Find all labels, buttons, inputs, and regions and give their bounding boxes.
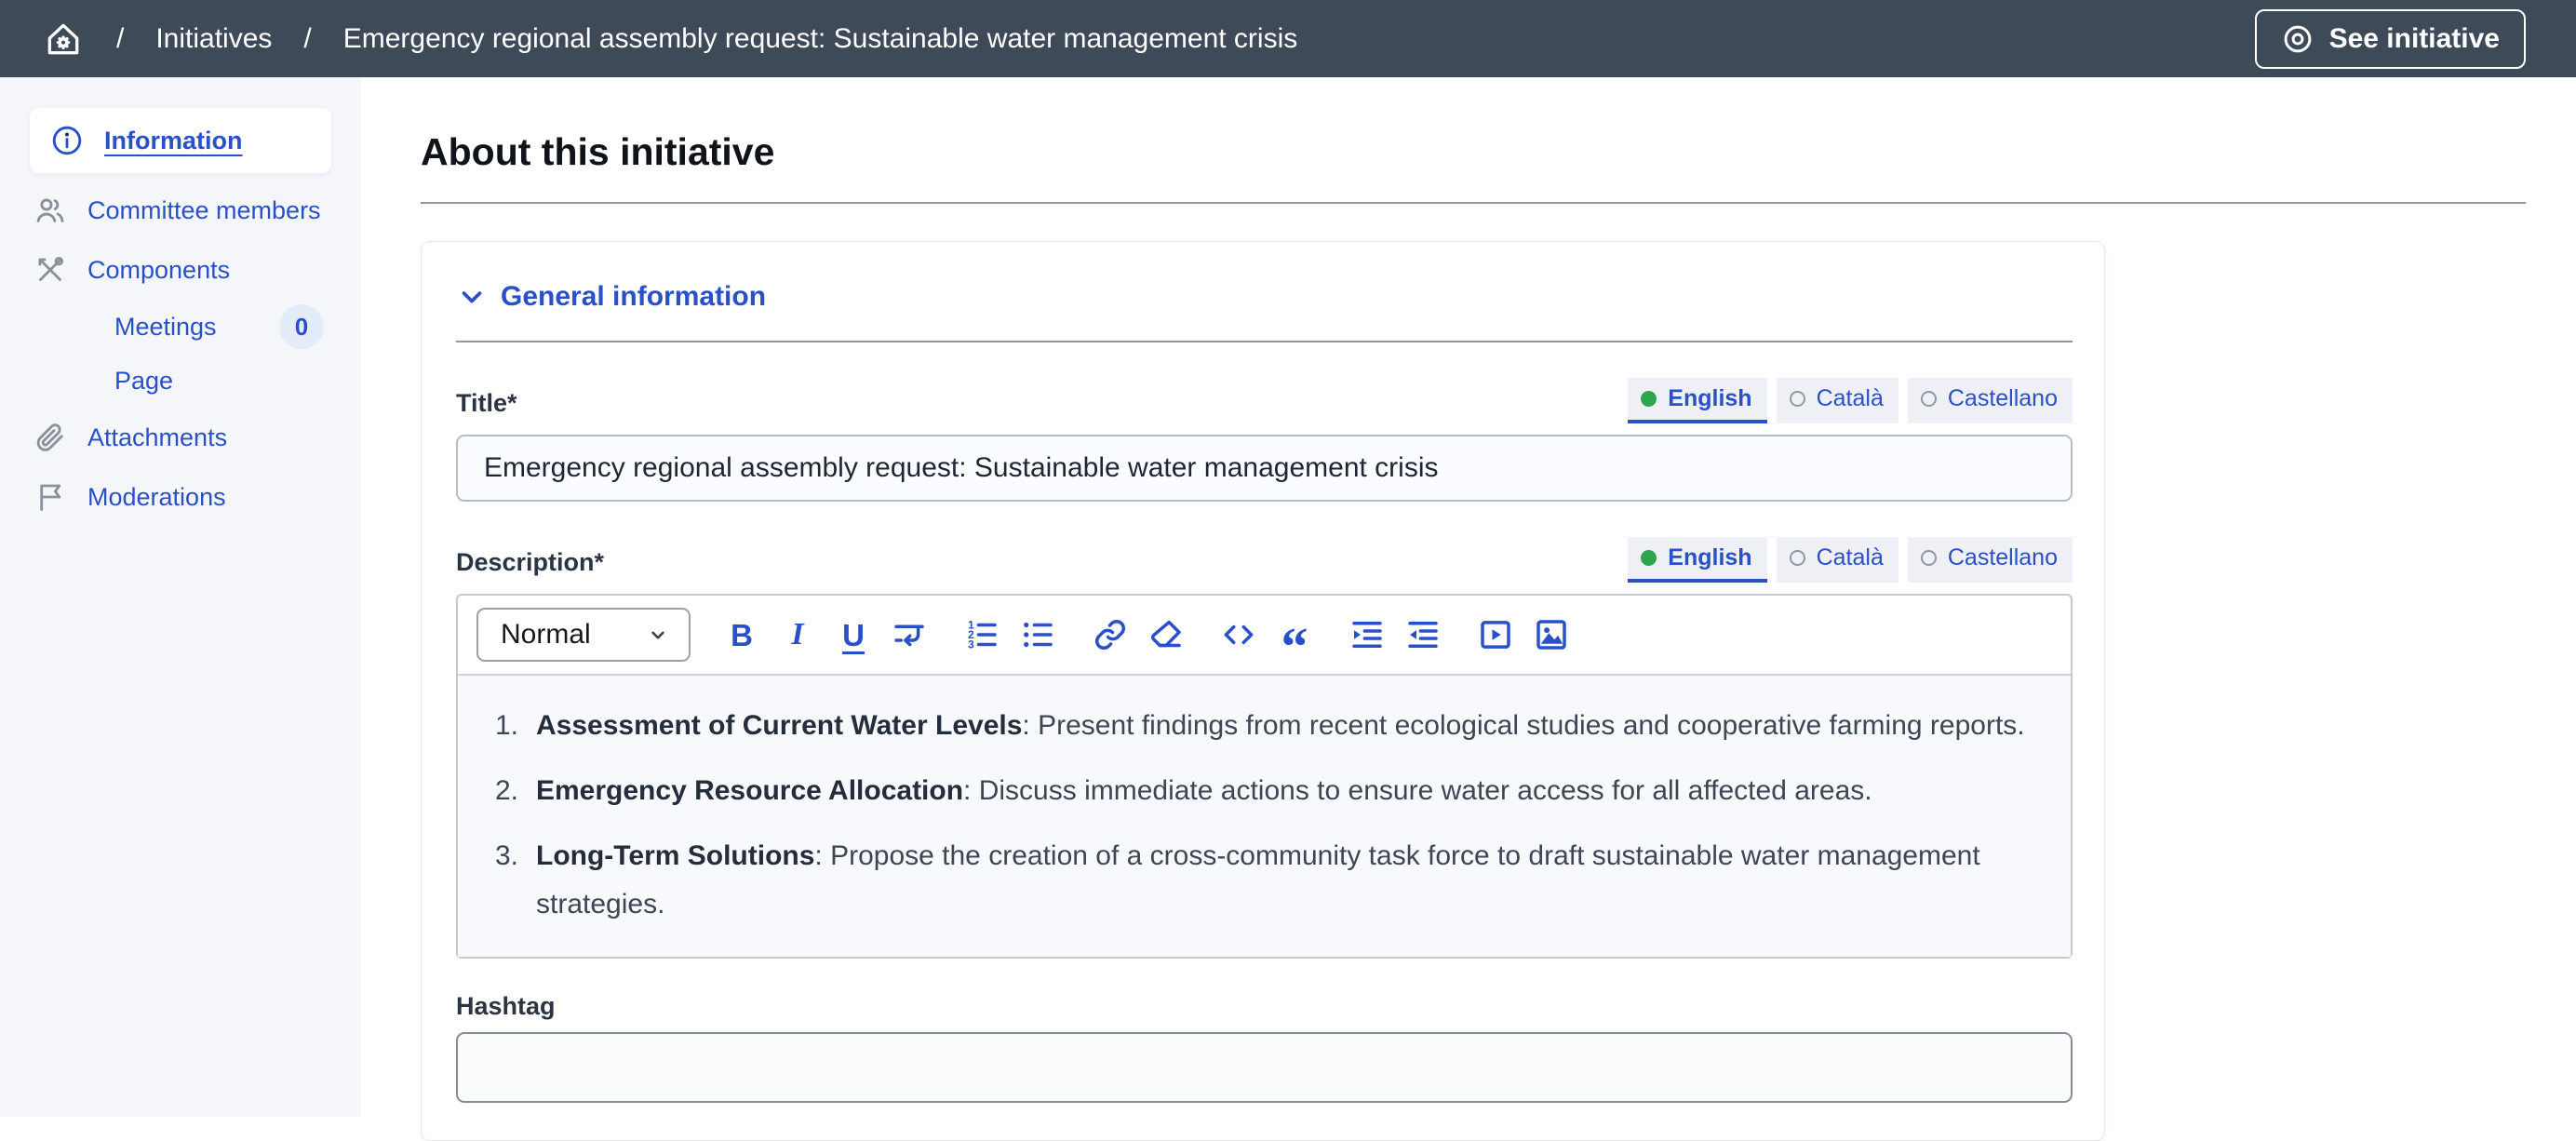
- sidebar-item-label: Information: [104, 127, 243, 155]
- format-select-value: Normal: [501, 619, 591, 651]
- format-select[interactable]: Normal: [476, 608, 691, 662]
- sidebar-item-label: Committee members: [87, 196, 321, 225]
- main-content: About this initiative General informatio…: [361, 77, 2576, 1117]
- lang-tab-castellano[interactable]: Castellano: [1908, 378, 2073, 423]
- lang-tab-label: Català: [1817, 544, 1884, 571]
- list-item-text: : Present findings from recent ecologica…: [1022, 710, 2024, 741]
- users-icon: [34, 194, 67, 227]
- list-item: 2. Emergency Resource Allocation: Discus…: [495, 767, 2043, 815]
- list-item-bold: Long-Term Solutions: [536, 840, 814, 871]
- breadcrumb-separator: /: [303, 23, 311, 55]
- meetings-count-badge: 0: [279, 304, 324, 349]
- italic-icon[interactable]: I: [776, 613, 819, 656]
- sidebar-item-components[interactable]: Components: [0, 240, 361, 300]
- code-view-icon[interactable]: [1217, 613, 1260, 656]
- info-icon: [50, 124, 84, 157]
- lang-tab-label: Castellano: [1948, 385, 2058, 412]
- list-number: 1.: [495, 702, 536, 750]
- rich-text-editor: Normal B I U 123: [456, 594, 2073, 959]
- underline-icon[interactable]: U: [832, 613, 875, 656]
- lang-tab-label: English: [1668, 385, 1751, 412]
- sidebar-item-label: Moderations: [87, 483, 226, 512]
- section-title: General information: [501, 281, 766, 313]
- divider: [421, 202, 2526, 204]
- radio-filled-icon: [1641, 391, 1657, 407]
- sidebar-item-label: Attachments: [87, 423, 227, 452]
- radio-empty-icon: [1790, 391, 1805, 407]
- bold-icon[interactable]: B: [720, 613, 763, 656]
- sidebar-item-page[interactable]: Page: [0, 354, 361, 408]
- title-language-tabs: English Català Castellano: [1628, 378, 2073, 423]
- ordered-list-icon[interactable]: 123: [960, 613, 1003, 656]
- editor-content[interactable]: 1. Assessment of Current Water Levels: P…: [458, 674, 2071, 957]
- sidebar: Information Committee members Components…: [0, 77, 361, 1117]
- see-initiative-button[interactable]: See initiative: [2255, 9, 2526, 69]
- breadcrumb-initiatives-link[interactable]: Initiatives: [155, 23, 272, 55]
- chevron-down-icon: [646, 623, 670, 647]
- radio-empty-icon: [1921, 391, 1937, 407]
- divider: [456, 341, 2073, 342]
- blockquote-icon[interactable]: “: [1273, 613, 1316, 656]
- breadcrumb-separator: /: [116, 23, 124, 55]
- sidebar-item-meetings[interactable]: Meetings 0: [0, 300, 361, 354]
- hashtag-input[interactable]: [456, 1032, 2073, 1103]
- list-item-bold: Assessment of Current Water Levels: [536, 710, 1022, 741]
- description-language-tabs: English Català Castellano: [1628, 537, 2073, 583]
- sidebar-item-attachments[interactable]: Attachments: [0, 408, 361, 467]
- sidebar-item-moderations[interactable]: Moderations: [0, 467, 361, 527]
- page-title: About this initiative: [421, 129, 2526, 174]
- sidebar-item-label: Meetings: [114, 313, 217, 342]
- sidebar-item-label: Page: [114, 367, 173, 396]
- list-item: 1. Assessment of Current Water Levels: P…: [495, 702, 2043, 750]
- list-item-bold: Emergency Resource Allocation: [536, 775, 963, 806]
- eye-icon: [2281, 22, 2314, 56]
- list-item-text: : Discuss immediate actions to ensure wa…: [963, 775, 1872, 806]
- lang-tab-english[interactable]: English: [1628, 378, 1766, 423]
- see-initiative-label: See initiative: [2329, 23, 2500, 55]
- home-gear-icon[interactable]: [42, 18, 85, 60]
- description-field-label: Description*: [456, 548, 604, 583]
- lang-tab-catala[interactable]: Català: [1777, 378, 1898, 423]
- image-icon[interactable]: [1530, 613, 1573, 656]
- radio-empty-icon: [1790, 550, 1805, 566]
- lang-tab-label: Castellano: [1948, 544, 2058, 571]
- lang-tab-label: English: [1668, 544, 1751, 571]
- chevron-down-icon: [456, 281, 488, 313]
- title-input[interactable]: [456, 435, 2073, 502]
- indent-increase-icon[interactable]: [1346, 613, 1389, 656]
- radio-filled-icon: [1641, 550, 1657, 566]
- sidebar-item-label: Components: [87, 256, 230, 285]
- tools-icon: [34, 253, 67, 287]
- svg-text:3: 3: [968, 638, 974, 651]
- sidebar-item-information[interactable]: Information: [30, 108, 331, 173]
- lang-tab-catala[interactable]: Català: [1777, 537, 1898, 583]
- sidebar-item-committee-members[interactable]: Committee members: [0, 181, 361, 240]
- list-number: 2.: [495, 767, 536, 815]
- general-information-toggle[interactable]: General information: [456, 281, 2073, 313]
- hashtag-field-label: Hashtag: [456, 992, 2073, 1021]
- flag-icon: [34, 480, 67, 514]
- unordered-list-icon[interactable]: [1016, 613, 1059, 656]
- eraser-icon[interactable]: [1145, 613, 1187, 656]
- admin-app: / Initiatives / Emergency regional assem…: [0, 0, 2576, 1117]
- indent-decrease-icon[interactable]: [1402, 613, 1444, 656]
- lang-tab-castellano[interactable]: Castellano: [1908, 537, 2073, 583]
- lang-tab-label: Català: [1817, 385, 1884, 412]
- radio-empty-icon: [1921, 550, 1937, 566]
- general-information-panel: General information Title* English Catal…: [421, 241, 2105, 1141]
- breadcrumb-current-page: Emergency regional assembly request: Sus…: [343, 23, 1298, 55]
- line-break-icon[interactable]: [888, 613, 931, 656]
- editor-toolbar: Normal B I U 123: [458, 596, 2071, 674]
- video-embed-icon[interactable]: [1474, 613, 1517, 656]
- topbar: / Initiatives / Emergency regional assem…: [0, 0, 2576, 77]
- list-number: 3.: [495, 832, 536, 929]
- lang-tab-english[interactable]: English: [1628, 537, 1766, 583]
- title-field-label: Title*: [456, 389, 517, 423]
- paperclip-icon: [34, 421, 67, 454]
- list-item: 3. Long-Term Solutions: Propose the crea…: [495, 832, 2043, 929]
- link-icon[interactable]: [1089, 613, 1132, 656]
